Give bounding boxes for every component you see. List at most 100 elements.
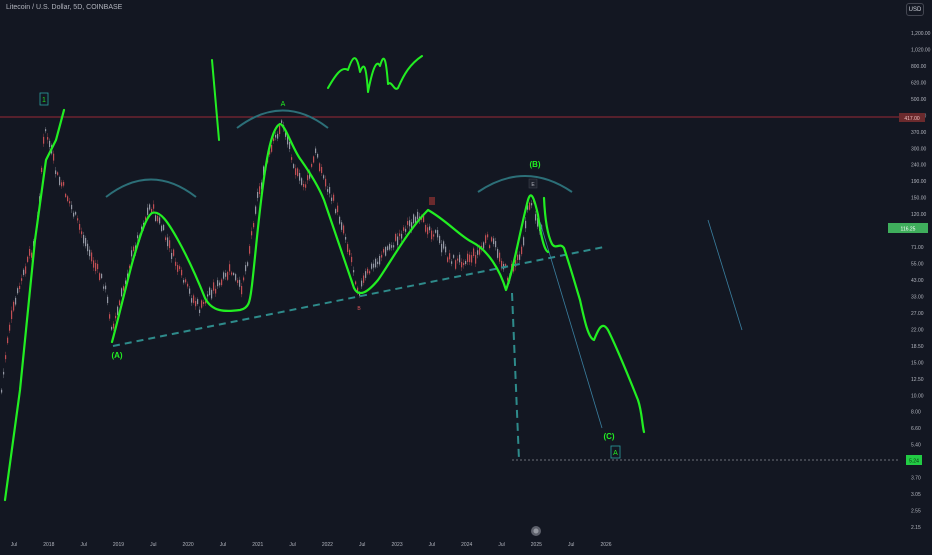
- candle-body: [337, 205, 339, 213]
- chart-area[interactable]: 1 (A) A (B) (C) A B E 1,200.00 1,020.00 80…: [0, 0, 932, 550]
- time-tick-label: Jul: [359, 542, 365, 548]
- candle-body: [245, 265, 247, 272]
- candle-body: [491, 237, 493, 242]
- candle-body: [329, 187, 331, 194]
- candle-body: [163, 224, 165, 231]
- candle-body: [383, 249, 385, 253]
- price-tick-label: 3.05: [911, 492, 921, 498]
- candle-body: [15, 297, 17, 305]
- candle-body: [41, 167, 43, 173]
- candle-body: [99, 273, 101, 280]
- target-price-label: 5.24: [909, 459, 919, 465]
- candle-body: [321, 166, 323, 174]
- support-trendline[interactable]: [112, 246, 605, 347]
- candle-body: [531, 203, 533, 206]
- candle-body: [345, 236, 347, 240]
- candle-body: [53, 153, 55, 161]
- candle-body: [17, 288, 19, 294]
- candle-body: [21, 278, 23, 281]
- right-shoulder-arc[interactable]: [477, 175, 573, 193]
- price-chart[interactable]: 1 (A) A (B) (C) A B E 1,200.001,020.0080…: [0, 0, 932, 550]
- candle-body: [373, 263, 375, 268]
- price-tick-label: 22.00: [911, 327, 924, 333]
- candle-body: [61, 182, 63, 187]
- candle-body: [293, 164, 295, 168]
- candle-body: [1, 389, 3, 393]
- candle-body: [187, 283, 189, 287]
- candle-body: [149, 204, 151, 210]
- candle-body: [489, 245, 491, 248]
- candle-body: [427, 227, 429, 235]
- candle-body: [157, 215, 159, 222]
- left-shoulder-arc[interactable]: [105, 178, 197, 198]
- candle-body: [193, 295, 195, 303]
- candle-body: [327, 189, 329, 192]
- candle-body: [407, 221, 409, 225]
- candle-body: [315, 148, 317, 154]
- candle-body: [43, 136, 45, 144]
- wave-b-paren-label[interactable]: (B): [529, 160, 540, 169]
- candle-body: [79, 224, 81, 230]
- candle-body: [295, 168, 297, 175]
- candle-body: [235, 274, 237, 281]
- price-tick-label: 500.00: [911, 97, 927, 103]
- price-tick-label: 2.55: [911, 509, 921, 515]
- time-tick-label: 2021: [252, 542, 263, 548]
- freehand-vertical-stroke[interactable]: [211, 59, 220, 141]
- freehand-squiggle-stroke[interactable]: [327, 55, 423, 93]
- wave-a-top-label[interactable]: A: [281, 101, 286, 108]
- candle-body: [443, 241, 445, 249]
- marker-red-box: [429, 197, 435, 205]
- wave-1-label[interactable]: 1: [42, 97, 46, 104]
- candle-body: [177, 265, 179, 272]
- candle-body: [29, 248, 31, 256]
- time-tick-label: 2022: [322, 542, 333, 548]
- resistance-price-label: 417.00: [904, 116, 920, 122]
- candle-body: [425, 225, 427, 232]
- candle-body: [207, 294, 209, 297]
- candle-body: [165, 237, 167, 241]
- candle-body: [71, 204, 73, 210]
- current-price-label: 116.25: [901, 227, 916, 233]
- time-tick-label: Jul: [498, 542, 504, 548]
- wave-a-paren-label[interactable]: (A): [111, 351, 122, 360]
- candle-body: [429, 226, 431, 231]
- candle-body: [89, 249, 91, 257]
- wave-c-paren-label[interactable]: (C): [603, 432, 614, 441]
- corrective-wave-path[interactable]: [110, 122, 550, 344]
- time-tick-label: 2023: [391, 542, 402, 548]
- events-marker-inner-icon: [533, 528, 539, 534]
- symbol-title[interactable]: Litecoin / U.S. Dollar, 5D, COINBASE: [6, 4, 122, 11]
- currency-selector[interactable]: USD: [906, 3, 924, 16]
- candle-body: [97, 263, 99, 270]
- candle-body: [395, 233, 397, 241]
- price-tick-label: 5.40: [911, 443, 921, 449]
- candle-body: [495, 241, 497, 248]
- candle-body: [449, 253, 451, 260]
- candle-body: [413, 214, 415, 224]
- projected-wave-c-path[interactable]: [542, 196, 646, 434]
- candle-body: [231, 272, 233, 275]
- candle-body: [83, 234, 85, 244]
- candle-body: [243, 277, 245, 281]
- marker-b-label: B: [357, 306, 361, 312]
- candle-body: [371, 263, 373, 269]
- wave-a-target-label[interactable]: A: [613, 450, 618, 457]
- candle-body: [169, 240, 171, 249]
- candle-body: [19, 285, 21, 290]
- candle-body: [391, 245, 393, 248]
- candle-body: [471, 255, 473, 263]
- candle-body: [455, 260, 457, 269]
- candle-body: [403, 227, 405, 231]
- candle-body: [101, 273, 103, 279]
- projection-line-2[interactable]: [707, 219, 743, 331]
- candle-body: [307, 175, 309, 181]
- candle-body: [241, 286, 243, 295]
- price-tick-label: 33.00: [911, 294, 924, 300]
- projection-line-1[interactable]: [539, 221, 603, 429]
- time-axis[interactable]: Jul 2018 Jul 2019 Jul 2020 Jul 2021 Jul 2022 Jul 20…: [11, 542, 612, 548]
- candle-body: [375, 258, 377, 268]
- candle-body: [87, 243, 89, 252]
- drop-projection-line[interactable]: [511, 292, 520, 461]
- time-tick-label: Jul: [429, 542, 435, 548]
